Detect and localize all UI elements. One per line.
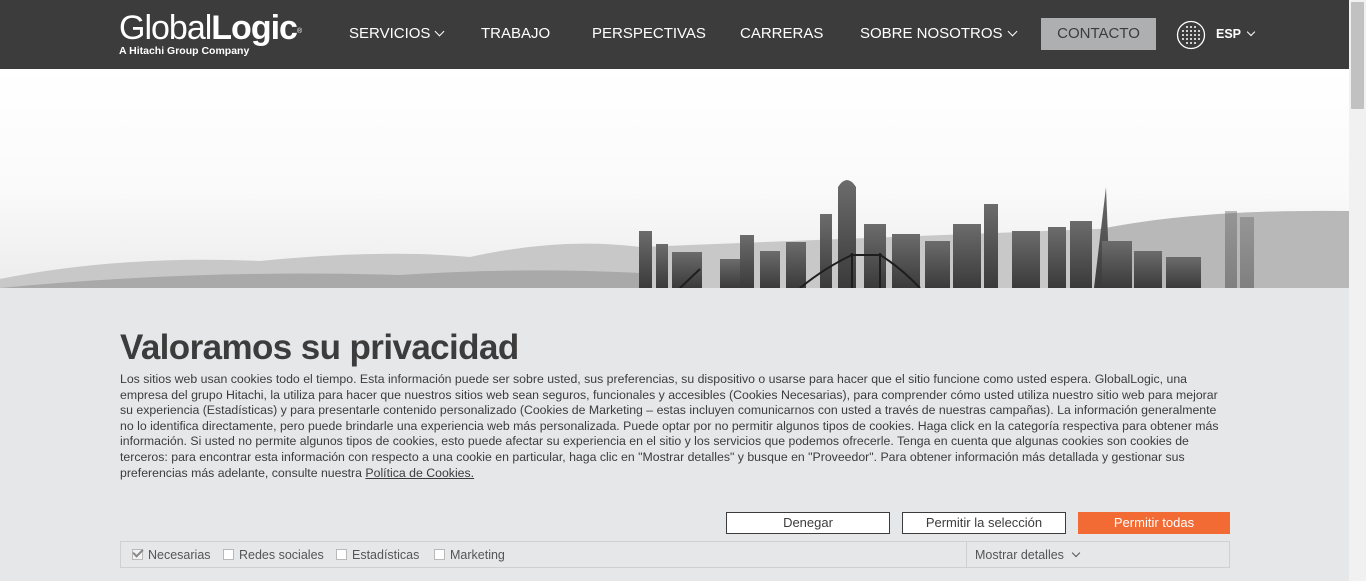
vertical-scrollbar[interactable]	[1349, 0, 1366, 581]
logo-word-global: Global	[119, 9, 212, 47]
nav-label: SERVICIOS	[349, 25, 431, 42]
chevron-down-icon	[1071, 548, 1081, 558]
nav-label: TRABAJO	[481, 25, 551, 42]
cookie-body-text: Los sitios web usan cookies todo el tiem…	[120, 372, 1219, 480]
allow-selection-button[interactable]: Permitir la selección	[902, 512, 1066, 534]
chevron-down-icon	[1007, 26, 1017, 37]
nav-trabajo[interactable]: TRABAJO	[481, 25, 550, 43]
cookie-policy-link[interactable]: Política de Cookies.	[365, 466, 474, 480]
option-label: Redes sociales	[239, 548, 324, 562]
nav-label: PERSPECTIVAS	[592, 25, 706, 42]
allow-all-button[interactable]: Permitir todas	[1078, 512, 1230, 534]
chevron-down-icon	[1246, 27, 1256, 37]
divider	[966, 542, 967, 567]
option-label: Marketing	[450, 548, 505, 562]
option-redes-sociales[interactable]: Redes sociales	[223, 548, 324, 562]
hero-image	[0, 69, 1349, 288]
cookie-options-bar: Necesarias Redes sociales Estadísticas M…	[120, 541, 1230, 568]
deny-button[interactable]: Denegar	[726, 512, 890, 534]
registered-mark: ®	[296, 28, 302, 35]
show-details-toggle[interactable]: Mostrar detalles	[975, 548, 1081, 562]
cookie-banner-text: Los sitios web usan cookies todo el tiem…	[120, 372, 1230, 481]
site-header: GlobalLogic® A Hitachi Group Company SER…	[0, 0, 1349, 69]
city-skyline-image	[0, 180, 1349, 288]
nav-carreras[interactable]: CARRERAS	[740, 25, 823, 43]
checkbox[interactable]	[223, 549, 234, 560]
nav-label: CARRERAS	[740, 25, 824, 42]
checkbox[interactable]	[336, 549, 347, 560]
chevron-down-icon	[434, 26, 445, 37]
logo-word-logic: Logic	[211, 9, 298, 47]
nav-label: SOBRE NOSOTROS	[860, 25, 1003, 42]
language-selector[interactable]: ESP	[1216, 27, 1256, 41]
checkbox-checked[interactable]	[132, 549, 143, 560]
option-label: Estadísticas	[352, 548, 420, 562]
option-marketing[interactable]: Marketing	[434, 548, 505, 562]
nav-servicios[interactable]: SERVICIOS	[349, 25, 445, 43]
globe-icon[interactable]	[1176, 20, 1206, 50]
option-estadisticas[interactable]: Estadísticas	[336, 548, 419, 562]
checkbox[interactable]	[434, 549, 445, 560]
globallogic-logo[interactable]: GlobalLogic® A Hitachi Group Company	[119, 9, 302, 57]
nav-sobre-nosotros[interactable]: SOBRE NOSOTROS	[860, 25, 1017, 43]
option-label: Necesarias	[148, 548, 211, 562]
cookie-banner-title: Valoramos su privacidad	[120, 328, 519, 367]
option-necesarias[interactable]: Necesarias	[132, 548, 211, 562]
scrollbar-thumb[interactable]	[1351, 2, 1364, 109]
show-details-label: Mostrar detalles	[975, 548, 1064, 562]
contact-button[interactable]: CONTACTO	[1041, 18, 1156, 50]
language-label: ESP	[1216, 27, 1242, 41]
nav-perspectivas[interactable]: PERSPECTIVAS	[592, 25, 706, 43]
